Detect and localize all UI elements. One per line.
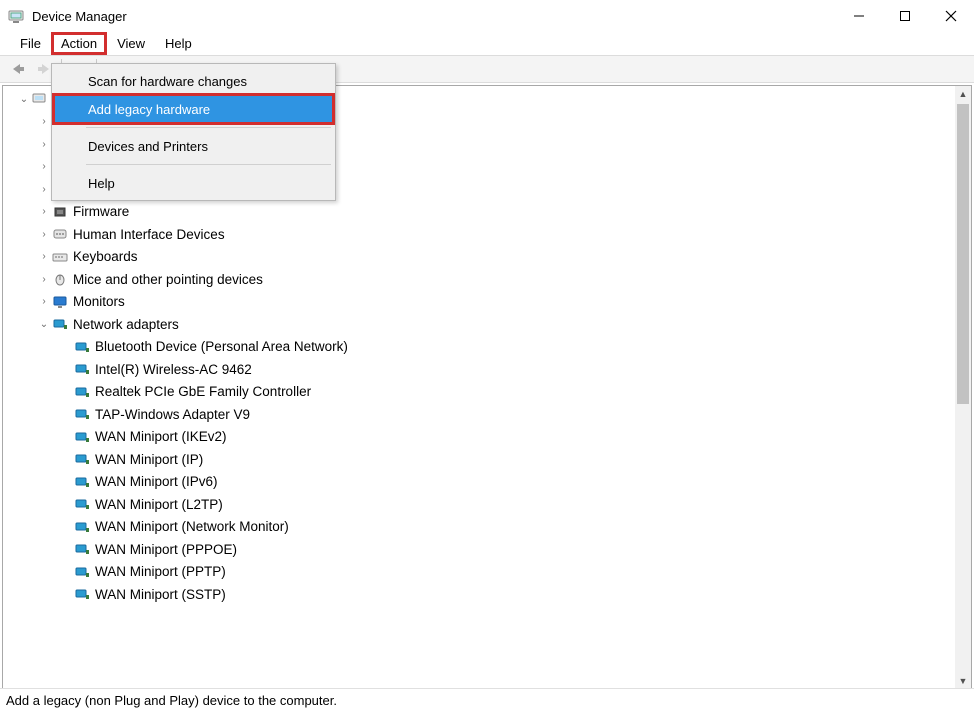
scroll-up-button[interactable]: ▲ <box>955 86 971 102</box>
tree-label: WAN Miniport (IKEv2) <box>95 429 227 444</box>
menu-file[interactable]: File <box>10 32 51 55</box>
window-title: Device Manager <box>32 9 127 24</box>
vertical-scrollbar[interactable]: ▲ ▼ <box>955 86 971 689</box>
network-adapter-icon <box>73 384 91 400</box>
network-adapter-icon <box>73 586 91 602</box>
action-dropdown: Scan for hardware changes Add legacy har… <box>51 63 336 201</box>
tree-device[interactable]: WAN Miniport (L2TP) <box>3 493 955 516</box>
network-adapter-icon <box>73 496 91 512</box>
tree-label: TAP-Windows Adapter V9 <box>95 407 250 422</box>
tree-label: WAN Miniport (Network Monitor) <box>95 519 289 534</box>
tree-label: WAN Miniport (PPPOE) <box>95 542 237 557</box>
back-button[interactable] <box>6 58 30 80</box>
chevron-icon[interactable]: › <box>37 296 51 307</box>
tree-label: WAN Miniport (SSTP) <box>95 587 226 602</box>
scroll-down-button[interactable]: ▼ <box>955 673 971 689</box>
tree-label: Mice and other pointing devices <box>73 272 263 287</box>
tree-label: WAN Miniport (IP) <box>95 452 203 467</box>
tree-label: WAN Miniport (L2TP) <box>95 497 223 512</box>
chevron-icon[interactable]: › <box>37 116 51 127</box>
device-manager-icon <box>8 8 24 24</box>
tree-label: Monitors <box>73 294 125 309</box>
network-adapter-icon <box>73 474 91 490</box>
titlebar: Device Manager <box>0 0 974 32</box>
statusbar-text: Add a legacy (non Plug and Play) device … <box>6 693 337 708</box>
tree-category[interactable]: ⌄ Network adapters <box>3 313 955 336</box>
chevron-icon[interactable]: ⌄ <box>37 319 51 330</box>
network-adapter-icon <box>73 429 91 445</box>
tree-label: Intel(R) Wireless-AC 9462 <box>95 362 252 377</box>
chevron-down-icon[interactable]: ⌄ <box>17 94 31 105</box>
menu-add-legacy-hardware[interactable]: Add legacy hardware <box>54 95 333 123</box>
tree-label: WAN Miniport (PPTP) <box>95 564 226 579</box>
menu-help[interactable]: Help <box>155 32 202 55</box>
keyboard-icon <box>51 249 69 265</box>
chevron-icon[interactable]: › <box>37 184 51 195</box>
minimize-button[interactable] <box>836 0 882 32</box>
tree-device[interactable]: Realtek PCIe GbE Family Controller <box>3 381 955 404</box>
tree-device[interactable]: TAP-Windows Adapter V9 <box>3 403 955 426</box>
tree-category[interactable]: › Keyboards <box>3 246 955 269</box>
window-controls <box>836 0 974 32</box>
chevron-icon[interactable]: › <box>37 161 51 172</box>
menu-separator <box>86 164 331 165</box>
close-button[interactable] <box>928 0 974 32</box>
maximize-button[interactable] <box>882 0 928 32</box>
tree-device[interactable]: WAN Miniport (IPv6) <box>3 471 955 494</box>
tree-device[interactable]: WAN Miniport (PPTP) <box>3 561 955 584</box>
tree-device[interactable]: WAN Miniport (SSTP) <box>3 583 955 606</box>
chevron-icon[interactable]: › <box>37 251 51 262</box>
chevron-icon[interactable]: › <box>37 274 51 285</box>
tree-device[interactable]: Bluetooth Device (Personal Area Network) <box>3 336 955 359</box>
tree-category[interactable]: › Mice and other pointing devices <box>3 268 955 291</box>
computer-icon <box>31 91 49 107</box>
network-adapter-icon <box>73 519 91 535</box>
mouse-icon <box>51 271 69 287</box>
network-icon <box>51 316 69 332</box>
chevron-icon[interactable]: › <box>37 206 51 217</box>
tree-label: WAN Miniport (IPv6) <box>95 474 218 489</box>
network-adapter-icon <box>73 406 91 422</box>
tree-device[interactable]: WAN Miniport (IP) <box>3 448 955 471</box>
chevron-icon[interactable]: › <box>37 139 51 150</box>
tree-device[interactable]: WAN Miniport (IKEv2) <box>3 426 955 449</box>
tree-category[interactable]: › Monitors <box>3 291 955 314</box>
tree-category[interactable]: › Firmware <box>3 201 955 224</box>
tree-label: Keyboards <box>73 249 138 264</box>
menu-action[interactable]: Action <box>51 32 107 55</box>
tree-label: Realtek PCIe GbE Family Controller <box>95 384 311 399</box>
menu-devices-and-printers[interactable]: Devices and Printers <box>54 132 333 160</box>
monitor-icon <box>51 294 69 310</box>
tree-label: Bluetooth Device (Personal Area Network) <box>95 339 348 354</box>
tree-label: Human Interface Devices <box>73 227 225 242</box>
menu-help[interactable]: Help <box>54 169 333 197</box>
scroll-thumb[interactable] <box>957 104 969 404</box>
tree-device[interactable]: WAN Miniport (PPPOE) <box>3 538 955 561</box>
network-adapter-icon <box>73 451 91 467</box>
network-adapter-icon <box>73 541 91 557</box>
menubar: File Action View Help <box>0 32 974 55</box>
network-adapter-icon <box>73 361 91 377</box>
statusbar: Add a legacy (non Plug and Play) device … <box>0 688 974 712</box>
network-adapter-icon <box>73 339 91 355</box>
menu-separator <box>86 127 331 128</box>
chevron-icon[interactable]: › <box>37 229 51 240</box>
tree-label: Network adapters <box>73 317 179 332</box>
menu-view[interactable]: View <box>107 32 155 55</box>
tree-device[interactable]: WAN Miniport (Network Monitor) <box>3 516 955 539</box>
tree-category[interactable]: › Human Interface Devices <box>3 223 955 246</box>
tree-device[interactable]: Intel(R) Wireless-AC 9462 <box>3 358 955 381</box>
menu-scan-hardware[interactable]: Scan for hardware changes <box>54 67 333 95</box>
network-adapter-icon <box>73 564 91 580</box>
tree-label: Firmware <box>73 204 129 219</box>
hid-icon <box>51 226 69 242</box>
firmware-icon <box>51 204 69 220</box>
